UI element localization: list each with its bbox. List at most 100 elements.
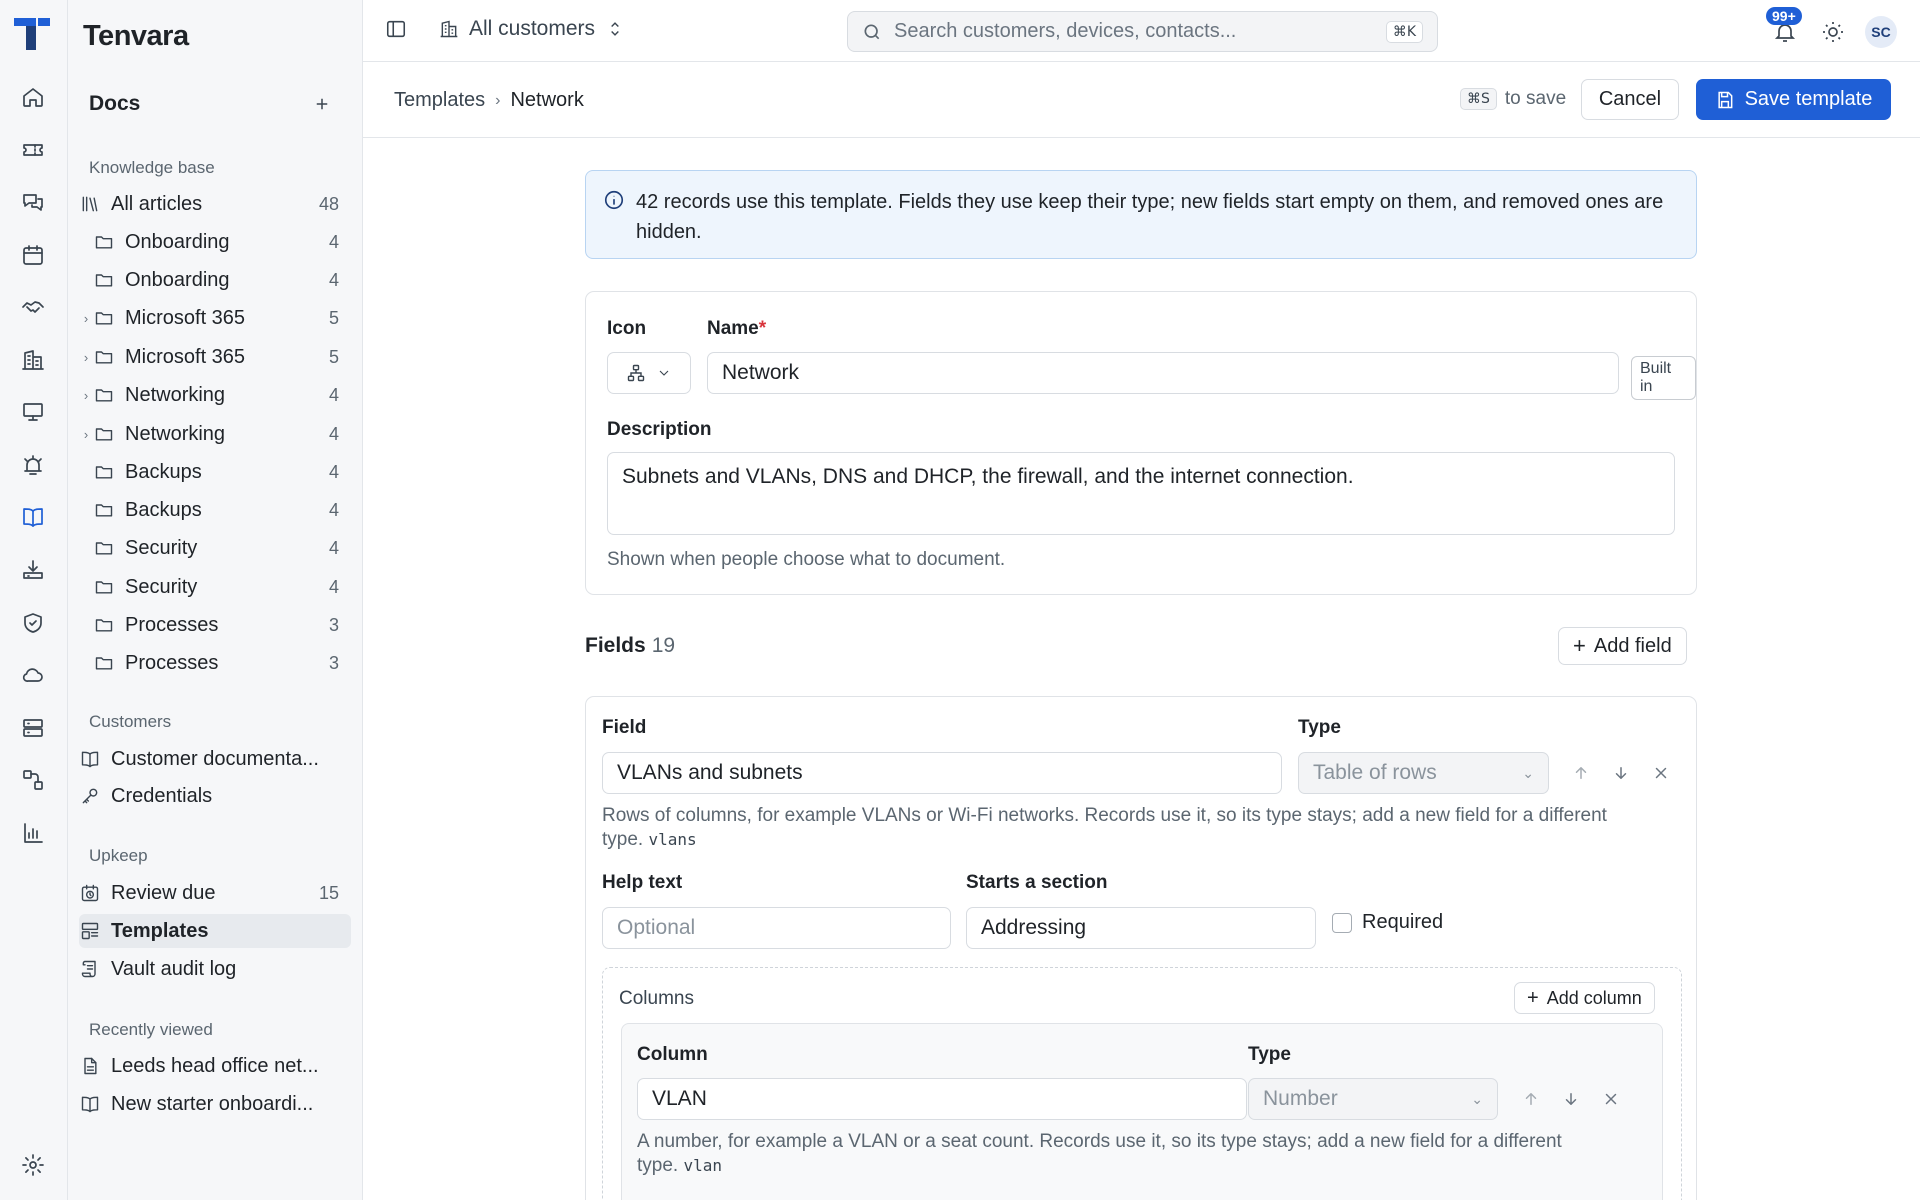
recent-item-new-starter-onboarding[interactable]: New starter onboardi... <box>79 1087 351 1121</box>
fields-count: 19 <box>651 634 676 657</box>
folder-icon <box>93 269 115 291</box>
sidebar-item-networking[interactable]: › Networking 4 <box>79 378 351 412</box>
server-icon[interactable] <box>19 714 47 742</box>
sidebar-item-processes[interactable]: Processes 3 <box>79 646 351 680</box>
move-down-arrow-icon[interactable] <box>1610 762 1632 784</box>
remove-column-close-icon[interactable] <box>1600 1088 1622 1110</box>
description-textarea[interactable]: Subnets and VLANs, DNS and DHCP, the fir… <box>607 452 1675 535</box>
sidebar-item-security[interactable]: Security 4 <box>79 570 351 604</box>
sidebar-item-onboarding[interactable]: Onboarding 4 <box>79 263 351 297</box>
sidebar-item-count: 4 <box>328 423 339 444</box>
move-up-arrow-icon[interactable] <box>1520 1088 1542 1110</box>
sidebar-item-microsoft-365[interactable]: › Microsoft 365 5 <box>79 301 351 335</box>
folder-icon <box>93 537 115 559</box>
sidebar-item-backups[interactable]: Backups 4 <box>79 455 351 489</box>
theme-toggle-sun-icon[interactable] <box>1821 20 1845 44</box>
save-template-button[interactable]: Save template <box>1696 79 1891 120</box>
tenvara-logo-icon[interactable] <box>14 16 52 52</box>
field-label: Field <box>602 717 647 738</box>
handshake-icon[interactable] <box>19 293 47 321</box>
sidebar-item-all-articles[interactable]: All articles 48 <box>79 187 351 221</box>
sidebar-item-customer-documentation[interactable]: Customer documenta... <box>79 742 351 776</box>
column-key: vlan <box>683 1156 723 1175</box>
starts-section-label: Starts a section <box>966 872 1108 893</box>
sidebar-item-label: Backups <box>125 460 202 483</box>
cloud-icon[interactable] <box>19 661 47 689</box>
chat-icon[interactable] <box>19 188 47 216</box>
chevron-right-icon[interactable]: › <box>79 427 93 442</box>
customer-scope-selector[interactable]: All customers <box>439 17 625 41</box>
search-icon <box>864 24 880 39</box>
sidebar-item-label: Networking <box>125 383 226 406</box>
upkeep-label: Upkeep <box>89 846 148 865</box>
chevron-right-icon: › <box>495 91 501 109</box>
workflow-icon[interactable] <box>19 766 47 794</box>
icon-picker[interactable] <box>607 352 691 394</box>
shield-check-icon[interactable] <box>19 609 47 637</box>
calendar-clock-icon <box>79 882 101 904</box>
sidebar-item-label: Templates <box>111 919 209 942</box>
column-type-hint: A number, for example a VLAN or a seat c… <box>637 1130 1597 1178</box>
building-icon[interactable] <box>19 346 47 374</box>
sidebar-item-microsoft-365[interactable]: › Microsoft 365 5 <box>79 340 351 374</box>
add-doc-plus-icon[interactable] <box>310 92 334 116</box>
user-avatar[interactable]: SC <box>1865 16 1897 48</box>
field-name-input[interactable]: VLANs and subnets <box>602 752 1282 794</box>
sidebar-item-count: 4 <box>328 576 339 597</box>
sidebar-item-count: 4 <box>328 499 339 520</box>
sidebar-item-count: 48 <box>318 193 339 214</box>
book-icon[interactable] <box>19 503 47 531</box>
sidebar-item-onboarding[interactable]: Onboarding 4 <box>79 225 351 259</box>
remove-field-close-icon[interactable] <box>1650 762 1672 784</box>
sidebar-toggle-icon[interactable] <box>385 18 407 40</box>
recently-viewed-label: Recently viewed <box>89 1020 213 1039</box>
sidebar-item-label: Customer documenta... <box>111 747 319 770</box>
required-checkbox[interactable] <box>1332 913 1352 933</box>
info-banner-text: 42 records use this template. Fields the… <box>636 191 1664 243</box>
move-down-arrow-icon[interactable] <box>1560 1088 1582 1110</box>
sidebar-item-credentials[interactable]: Credentials <box>79 779 351 813</box>
folder-icon <box>93 461 115 483</box>
settings-icon[interactable] <box>19 1151 47 1179</box>
section-input[interactable]: Addressing <box>966 907 1316 949</box>
sidebar-item-security[interactable]: Security 4 <box>79 531 351 565</box>
monitor-icon[interactable] <box>19 398 47 426</box>
home-icon[interactable] <box>19 83 47 111</box>
save-shortcut-hint: ⌘S to save <box>1460 88 1566 110</box>
global-search-input[interactable]: Search customers, devices, contacts... ⌘… <box>847 11 1438 52</box>
chevron-right-icon[interactable]: › <box>79 388 93 403</box>
folder-icon <box>93 307 115 329</box>
sidebar-item-processes[interactable]: Processes 3 <box>79 608 351 642</box>
sidebar-item-backups[interactable]: Backups 4 <box>79 493 351 527</box>
column-name-input[interactable]: VLAN <box>637 1078 1247 1120</box>
ticket-icon[interactable] <box>19 136 47 164</box>
help-text-input[interactable]: Optional <box>602 907 951 949</box>
bar-chart-icon[interactable] <box>19 819 47 847</box>
customer-scope-label: All customers <box>469 17 596 40</box>
alarm-icon[interactable] <box>19 451 47 479</box>
recent-item-leeds-head-office[interactable]: Leeds head office net... <box>79 1049 351 1083</box>
sidebar-item-label: Microsoft 365 <box>125 306 246 329</box>
sidebar-item-label: Vault audit log <box>111 957 237 980</box>
breadcrumb-templates-link[interactable]: Templates <box>394 89 485 112</box>
cancel-button[interactable]: Cancel <box>1581 79 1679 120</box>
sidebar-item-review-due[interactable]: Review due 15 <box>79 876 351 910</box>
move-up-arrow-icon[interactable] <box>1570 762 1592 784</box>
chevron-right-icon[interactable]: › <box>79 350 93 365</box>
download-tray-icon[interactable] <box>19 556 47 584</box>
sidebar-item-label: Processes <box>125 613 219 636</box>
sidebar-item-count: 15 <box>318 882 339 903</box>
sidebar-item-networking[interactable]: › Networking 4 <box>79 417 351 451</box>
add-field-button[interactable]: + Add field <box>1558 627 1687 665</box>
chevron-right-icon[interactable]: › <box>79 311 93 326</box>
sidebar-item-vault-audit-log[interactable]: Vault audit log <box>79 952 351 986</box>
calendar-icon[interactable] <box>19 241 47 269</box>
icon-rail <box>0 0 68 1200</box>
sidebar-title: Docs <box>89 92 141 115</box>
add-column-button[interactable]: + Add column <box>1514 982 1655 1014</box>
sidebar-item-templates[interactable]: Templates <box>79 914 351 948</box>
scroll-icon <box>79 958 101 980</box>
name-input[interactable]: Network <box>707 352 1619 394</box>
sidebar-item-count: 4 <box>328 269 339 290</box>
folder-icon <box>93 614 115 636</box>
